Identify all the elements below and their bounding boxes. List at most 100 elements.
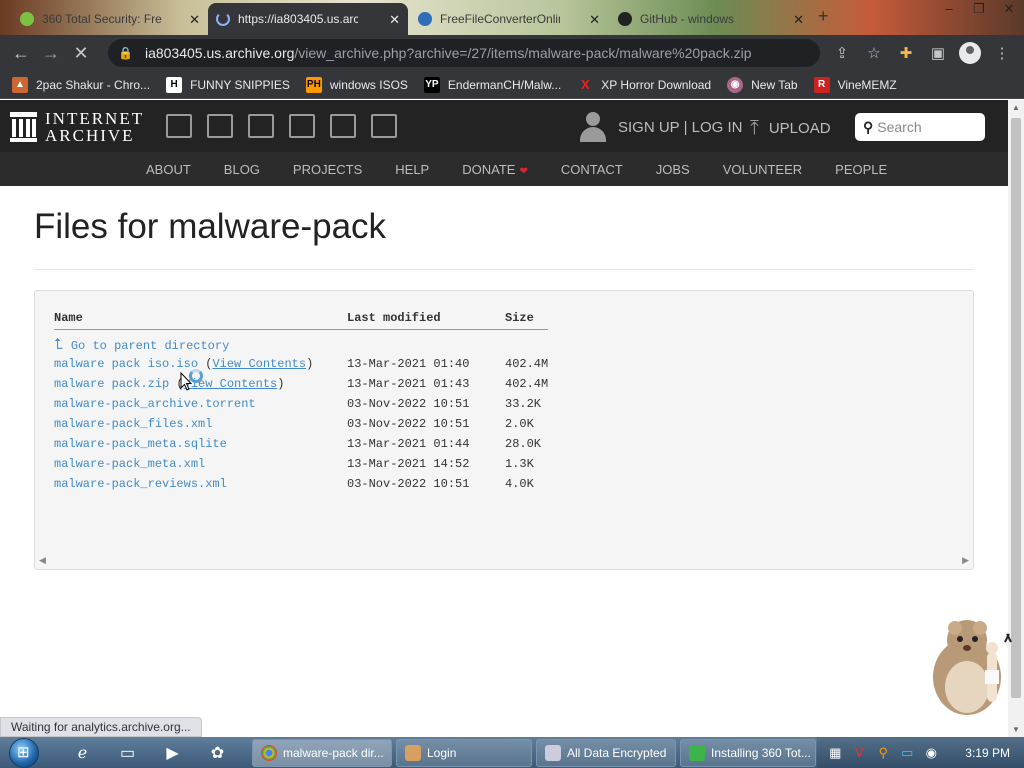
maximize-icon[interactable]: ❐ bbox=[964, 0, 994, 20]
desktop-mascot-hamster bbox=[933, 620, 1012, 715]
taskbar-encrypted-window[interactable]: All Data Encrypted bbox=[536, 738, 676, 767]
window-controls: – ❐ ✕ bbox=[934, 0, 1024, 20]
nav-volunteer[interactable]: VOLUNTEER bbox=[723, 162, 802, 177]
tray-app-icon[interactable]: ▦ bbox=[825, 745, 845, 761]
login-icon bbox=[405, 744, 421, 761]
column-header-name: Name bbox=[54, 311, 347, 330]
software-icon[interactable] bbox=[330, 114, 356, 138]
file-link[interactable]: malware pack iso.iso bbox=[54, 357, 198, 371]
archive-temple-icon bbox=[10, 112, 37, 142]
system-tray: ▦ V ⚲ ▭ ◉ 3:19 PM bbox=[817, 737, 1024, 768]
parent-directory-link[interactable]: Go to parent directory bbox=[71, 339, 229, 353]
share-icon[interactable]: ⇪ bbox=[826, 44, 858, 62]
lock-icon[interactable]: 🔒 bbox=[118, 46, 133, 60]
tab-360-total-security[interactable]: 360 Total Security: Free ✕ bbox=[12, 3, 208, 35]
ia-search-input[interactable]: ⚲ Search bbox=[855, 113, 985, 141]
page-title: Files for malware-pack bbox=[34, 207, 974, 270]
menu-kebab-icon[interactable]: ⋮ bbox=[986, 44, 1018, 62]
minimize-icon[interactable]: – bbox=[934, 0, 964, 20]
bookmark-xp-horror[interactable]: X XP Horror Download bbox=[577, 77, 711, 93]
new-tab-icon[interactable]: + bbox=[818, 6, 829, 27]
tray-v-icon[interactable]: V bbox=[849, 745, 869, 760]
close-tab-icon[interactable]: ✕ bbox=[189, 12, 200, 28]
taskbar-chrome-window[interactable]: malware-pack dir... bbox=[252, 738, 392, 767]
start-button[interactable] bbox=[6, 737, 42, 768]
bookmarks-bar: ▲ 2pac Shakur - Chro... H FUNNY SNIPPIES P… bbox=[0, 71, 1024, 99]
scrollbar-thumb[interactable] bbox=[1011, 118, 1021, 698]
file-link[interactable]: malware pack.zip bbox=[54, 377, 169, 391]
file-modified: 13-Mar-2021 01:40 bbox=[347, 357, 470, 371]
images-icon[interactable] bbox=[371, 114, 397, 138]
nav-jobs[interactable]: JOBS bbox=[656, 162, 690, 177]
scroll-down-icon[interactable]: ▼ bbox=[1012, 725, 1020, 734]
profile-avatar-icon[interactable] bbox=[959, 42, 981, 64]
bookmark-endermanch[interactable]: YP EndermanCH/Malw... bbox=[423, 76, 561, 93]
close-tab-icon[interactable]: ✕ bbox=[589, 12, 600, 28]
file-link[interactable]: malware-pack_meta.xml bbox=[54, 457, 205, 471]
close-tab-icon[interactable]: ✕ bbox=[389, 12, 400, 28]
web-icon[interactable] bbox=[166, 114, 192, 138]
nav-about[interactable]: ABOUT bbox=[146, 162, 191, 177]
bookmark-star-icon[interactable]: ☆ bbox=[858, 44, 890, 62]
bookmark-funny-snippies[interactable]: H FUNNY SNIPPIES bbox=[166, 76, 290, 93]
tray-monitor-icon[interactable]: ▭ bbox=[897, 745, 917, 761]
upload-icon: ⤒ bbox=[750, 117, 759, 139]
tab-archive-active[interactable]: https://ia803405.us.archive.org ✕ bbox=[208, 3, 408, 35]
side-panel-icon[interactable]: ▣ bbox=[922, 44, 954, 62]
address-bar[interactable]: 🔒 ia803405.us.archive.org/view_archive.p… bbox=[108, 39, 820, 67]
file-link[interactable]: malware-pack_meta.sqlite bbox=[54, 437, 227, 451]
bookmark-2pac[interactable]: ▲ 2pac Shakur - Chro... bbox=[12, 76, 150, 93]
ia-header: INTERNET ARCHIVE SIGN UP | LOG IN ⤒ UPLO… bbox=[0, 100, 1008, 152]
tab-github[interactable]: GitHub - windows ✕ bbox=[610, 3, 812, 35]
audio-icon[interactable] bbox=[289, 114, 315, 138]
busy-spinner-icon bbox=[189, 369, 203, 383]
nav-donate[interactable]: DONATE ❤ bbox=[462, 162, 528, 177]
converter-icon bbox=[418, 12, 432, 26]
tray-search-icon[interactable]: ⚲ bbox=[873, 745, 893, 761]
back-icon[interactable]: ← bbox=[6, 38, 36, 68]
nav-people[interactable]: PEOPLE bbox=[835, 162, 887, 177]
file-size: 33.2K bbox=[505, 397, 542, 411]
ia-logo[interactable]: INTERNET ARCHIVE bbox=[10, 110, 144, 144]
taskbar-login-window[interactable]: Login bbox=[396, 738, 532, 767]
texts-icon[interactable] bbox=[207, 114, 233, 138]
close-tab-icon[interactable]: ✕ bbox=[793, 12, 804, 28]
scroll-up-icon[interactable]: ▲ bbox=[1012, 103, 1020, 112]
internet-explorer-icon[interactable]: ℯ bbox=[60, 743, 105, 763]
video-icon[interactable] bbox=[248, 114, 274, 138]
view-contents-link[interactable]: View Contents bbox=[212, 357, 306, 371]
bookmark-favicon: R bbox=[813, 76, 830, 93]
forward-icon[interactable]: → bbox=[36, 38, 66, 68]
nav-blog[interactable]: BLOG bbox=[224, 162, 260, 177]
file-link[interactable]: malware-pack_reviews.xml bbox=[54, 477, 227, 491]
file-link[interactable]: malware-pack_archive.torrent bbox=[54, 397, 256, 411]
bookmark-windows-isos[interactable]: PH windows ISOS bbox=[305, 76, 408, 93]
windows-taskbar: ℯ ▭ ▶ ✿ malware-pack dir... Login All Da… bbox=[0, 737, 1024, 768]
heart-icon: ❤ bbox=[519, 165, 528, 177]
bookmark-favicon: YP bbox=[423, 76, 440, 93]
close-window-icon[interactable]: ✕ bbox=[994, 0, 1024, 20]
taskbar-clock[interactable]: 3:19 PM bbox=[965, 746, 1010, 760]
tray-volume-icon[interactable]: ◉ bbox=[921, 745, 941, 761]
stop-loading-icon[interactable]: ✕ bbox=[66, 38, 96, 68]
file-link[interactable]: malware-pack_files.xml bbox=[54, 417, 212, 431]
file-size: 402.4M bbox=[505, 357, 549, 371]
scroll-right-icon[interactable]: ▶ bbox=[962, 555, 969, 566]
ia-nav-bar: ABOUT BLOG PROJECTS HELP DONATE ❤ CONTACT… bbox=[0, 152, 1008, 186]
paint-icon[interactable]: ✿ bbox=[195, 743, 240, 763]
tab-freefileconverter[interactable]: FreeFileConverterOnline ✕ bbox=[410, 3, 608, 35]
nav-help[interactable]: HELP bbox=[395, 162, 429, 177]
nav-projects[interactable]: PROJECTS bbox=[293, 162, 362, 177]
file-explorer-icon[interactable]: ▭ bbox=[105, 743, 150, 763]
signup-login-link[interactable]: SIGN UP | LOG IN bbox=[580, 112, 742, 142]
bookmark-vinememz[interactable]: R VineMEMZ bbox=[813, 76, 897, 93]
upload-link[interactable]: ⤒ UPLOAD bbox=[750, 117, 831, 140]
scroll-left-icon[interactable]: ◀ bbox=[39, 555, 46, 566]
user-icon bbox=[580, 112, 606, 142]
taskbar-360-installer[interactable]: Installing 360 Tot... bbox=[680, 738, 816, 767]
bookmark-new-tab[interactable]: ◉ New Tab bbox=[727, 76, 798, 93]
nav-contact[interactable]: CONTACT bbox=[561, 162, 623, 177]
bookmark-favicon: ▲ bbox=[12, 76, 28, 93]
media-player-icon[interactable]: ▶ bbox=[150, 743, 195, 763]
extensions-icon[interactable]: ✚ bbox=[890, 44, 922, 62]
